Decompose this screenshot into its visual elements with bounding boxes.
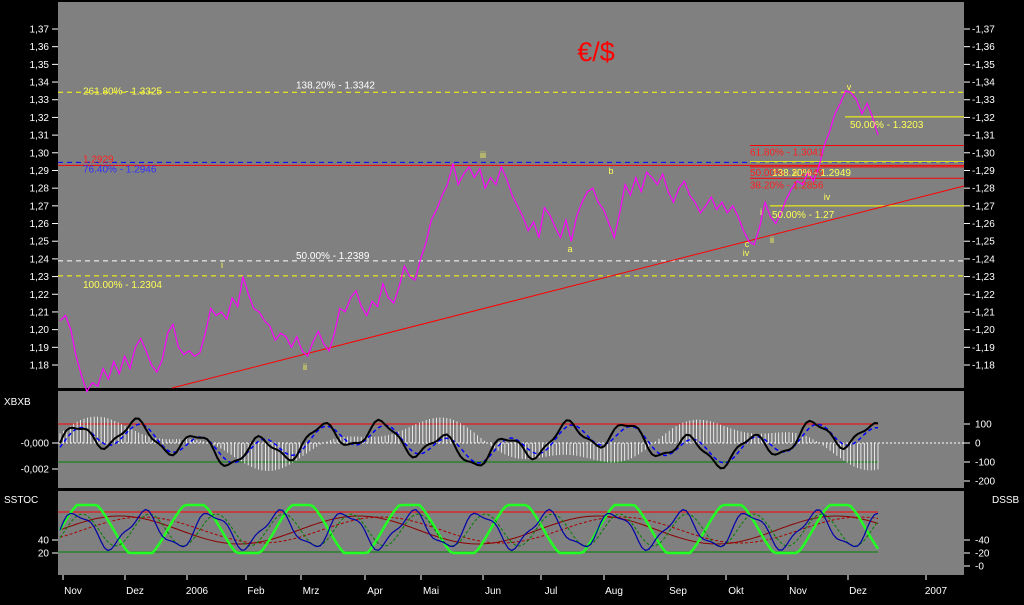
sstoc-right-tick-label: -20 bbox=[975, 549, 990, 560]
xbxb-title: XBXB bbox=[4, 397, 31, 408]
sstoc-left-tick-label: 40 bbox=[38, 536, 50, 547]
x-tick-label: Jul bbox=[545, 586, 558, 597]
y-tick-label-left: 1,26 bbox=[30, 219, 50, 230]
wave-label: iii bbox=[480, 150, 486, 160]
fib-label: 100.00% - 1.2304 bbox=[83, 280, 162, 291]
y-tick-label-left: 1,37 bbox=[30, 25, 50, 36]
fib-label: 38.20% - 1.2856 bbox=[750, 180, 824, 191]
chart-title: €/$ bbox=[577, 37, 615, 67]
sstoc-right-tick-label: -40 bbox=[975, 536, 990, 547]
y-tick-label-right: -1,35 bbox=[972, 60, 995, 71]
y-tick-label-left: 1,35 bbox=[30, 60, 50, 71]
fib-label: 50.00% - 1.27 bbox=[772, 210, 835, 221]
chart-window: 1,37 1,36 1,35 1,34 1,33 1,32 1,31 1,30 1,29 1,28… bbox=[0, 0, 1024, 600]
y-tick-label-left: 1,24 bbox=[30, 254, 50, 265]
x-tick-label: Apr bbox=[367, 586, 383, 597]
x-tick-label: Mrz bbox=[303, 586, 320, 597]
fib-label: 61.80% - 1.3041 bbox=[750, 148, 824, 159]
y-tick-label-left: 1,23 bbox=[30, 272, 50, 283]
y-tick-label-right: -1,23 bbox=[972, 272, 995, 283]
fib-label: 261.80% - 1.3325 bbox=[83, 86, 162, 97]
y-tick-label-right: -1,21 bbox=[972, 307, 995, 318]
y-tick-label-left: 1,27 bbox=[30, 201, 50, 212]
y-tick-label-right: -1,20 bbox=[972, 325, 995, 336]
y-tick-label-right: -1,31 bbox=[972, 131, 995, 142]
sstoc-panel bbox=[58, 491, 964, 575]
chart-svg: 1,37 1,36 1,35 1,34 1,33 1,32 1,31 1,30 1,29 1,28… bbox=[4, 2, 1020, 597]
wave-label: ii bbox=[770, 235, 774, 245]
y-tick-label-right: -1,18 bbox=[972, 361, 995, 372]
x-tick-label: 2007 bbox=[925, 586, 948, 597]
x-tick-label: Dez bbox=[126, 586, 144, 597]
wave-label: iv bbox=[824, 192, 831, 202]
wave-label: b bbox=[608, 166, 613, 176]
xbxb-left-tick-label: -0,002 bbox=[21, 465, 50, 476]
y-tick-label-right: -1,22 bbox=[972, 290, 995, 301]
y-tick-label-right: -1,27 bbox=[972, 201, 995, 212]
y-tick-label-left: 1,20 bbox=[30, 325, 50, 336]
y-tick-label-right: -1,25 bbox=[972, 237, 995, 248]
dssb-title: DSSB bbox=[992, 495, 1020, 506]
y-tick-label-right: -1,33 bbox=[972, 95, 995, 106]
y-tick-label-left: 1,28 bbox=[30, 184, 50, 195]
sstoc-title: SSTOC bbox=[4, 495, 38, 506]
xbxb-left-tick-label: -0,000 bbox=[21, 439, 50, 450]
xbxb-right-tick-label: 0 bbox=[975, 439, 981, 450]
sstoc-left-tick-label: 20 bbox=[38, 549, 50, 560]
x-tick-label: Mai bbox=[423, 586, 439, 597]
x-tick-label: Aug bbox=[605, 586, 623, 597]
xbxb-right-tick-label: -200 bbox=[975, 477, 995, 488]
x-tick-label: Sep bbox=[669, 586, 687, 597]
y-tick-label-right: -1,37 bbox=[972, 25, 995, 36]
y-tick-label-right: -1,24 bbox=[972, 254, 995, 265]
main-right-axis: -1,37 -1,36 -1,35 -1,34 -1,33 -1,32 -1,31 -1,30… bbox=[964, 25, 995, 372]
fib-label: 50.00% - 1.3203 bbox=[850, 120, 924, 131]
wave-label: iv bbox=[743, 248, 750, 258]
y-tick-label-right: -1,34 bbox=[972, 78, 995, 89]
y-tick-label-left: 1,36 bbox=[30, 42, 50, 53]
x-tick-label: Nov bbox=[64, 586, 82, 597]
y-tick-label-right: -1,32 bbox=[972, 113, 995, 124]
x-tick-label: Okt bbox=[728, 586, 744, 597]
x-tick-label: Nov bbox=[789, 586, 807, 597]
fib-label: 138.20% - 1.3342 bbox=[296, 80, 375, 91]
main-left-axis: 1,37 1,36 1,35 1,34 1,33 1,32 1,31 1,30 1,29 1,28… bbox=[30, 25, 58, 372]
y-tick-label-right: -1,29 bbox=[972, 166, 995, 177]
y-tick-label-left: 1,21 bbox=[30, 307, 50, 318]
y-tick-label-left: 1,25 bbox=[30, 237, 50, 248]
wave-label: i bbox=[221, 260, 223, 270]
fib-label: 50.00% - 1.2389 bbox=[296, 251, 370, 262]
wave-label: iii bbox=[793, 168, 799, 178]
y-tick-label-left: 1,33 bbox=[30, 95, 50, 106]
y-tick-label-left: 1,34 bbox=[30, 78, 50, 89]
y-tick-label-right: -1,28 bbox=[972, 184, 995, 195]
x-axis: Nov Dez 2006 Feb Mrz Apr Mai Jun Jul Aug Sep Okt Nov… bbox=[62, 575, 948, 597]
y-tick-label-right: -1,26 bbox=[972, 219, 995, 230]
x-tick-label: Dez bbox=[849, 586, 867, 597]
x-tick-label: Jun bbox=[485, 586, 501, 597]
y-tick-label-left: 1,31 bbox=[30, 131, 50, 142]
y-tick-label-left: 1,32 bbox=[30, 113, 50, 124]
sstoc-right-tick-label: -0 bbox=[975, 562, 984, 573]
xbxb-right-tick-label: 100 bbox=[975, 420, 992, 431]
x-tick-label: 2006 bbox=[186, 586, 209, 597]
y-tick-label-left: 1,22 bbox=[30, 290, 50, 301]
fib-label: 138.20% - 1.2949 bbox=[772, 168, 851, 179]
wave-label: ii bbox=[303, 362, 307, 372]
y-tick-label-left: 1,29 bbox=[30, 166, 50, 177]
x-tick-label: Feb bbox=[247, 586, 265, 597]
y-tick-label-left: 1,30 bbox=[30, 148, 50, 159]
fib-label: 76.40% - 1.2946 bbox=[83, 164, 157, 175]
y-tick-label-right: -1,19 bbox=[972, 343, 995, 354]
wave-label: v bbox=[847, 82, 852, 92]
y-tick-label-left: 1,18 bbox=[30, 361, 50, 372]
y-tick-label-left: 1,19 bbox=[30, 343, 50, 354]
xbxb-right-tick-label: -100 bbox=[975, 458, 995, 469]
y-tick-label-right: -1,30 bbox=[972, 148, 995, 159]
wave-label: i bbox=[760, 207, 762, 217]
wave-label: a bbox=[567, 244, 572, 254]
y-tick-label-right: -1,36 bbox=[972, 42, 995, 53]
